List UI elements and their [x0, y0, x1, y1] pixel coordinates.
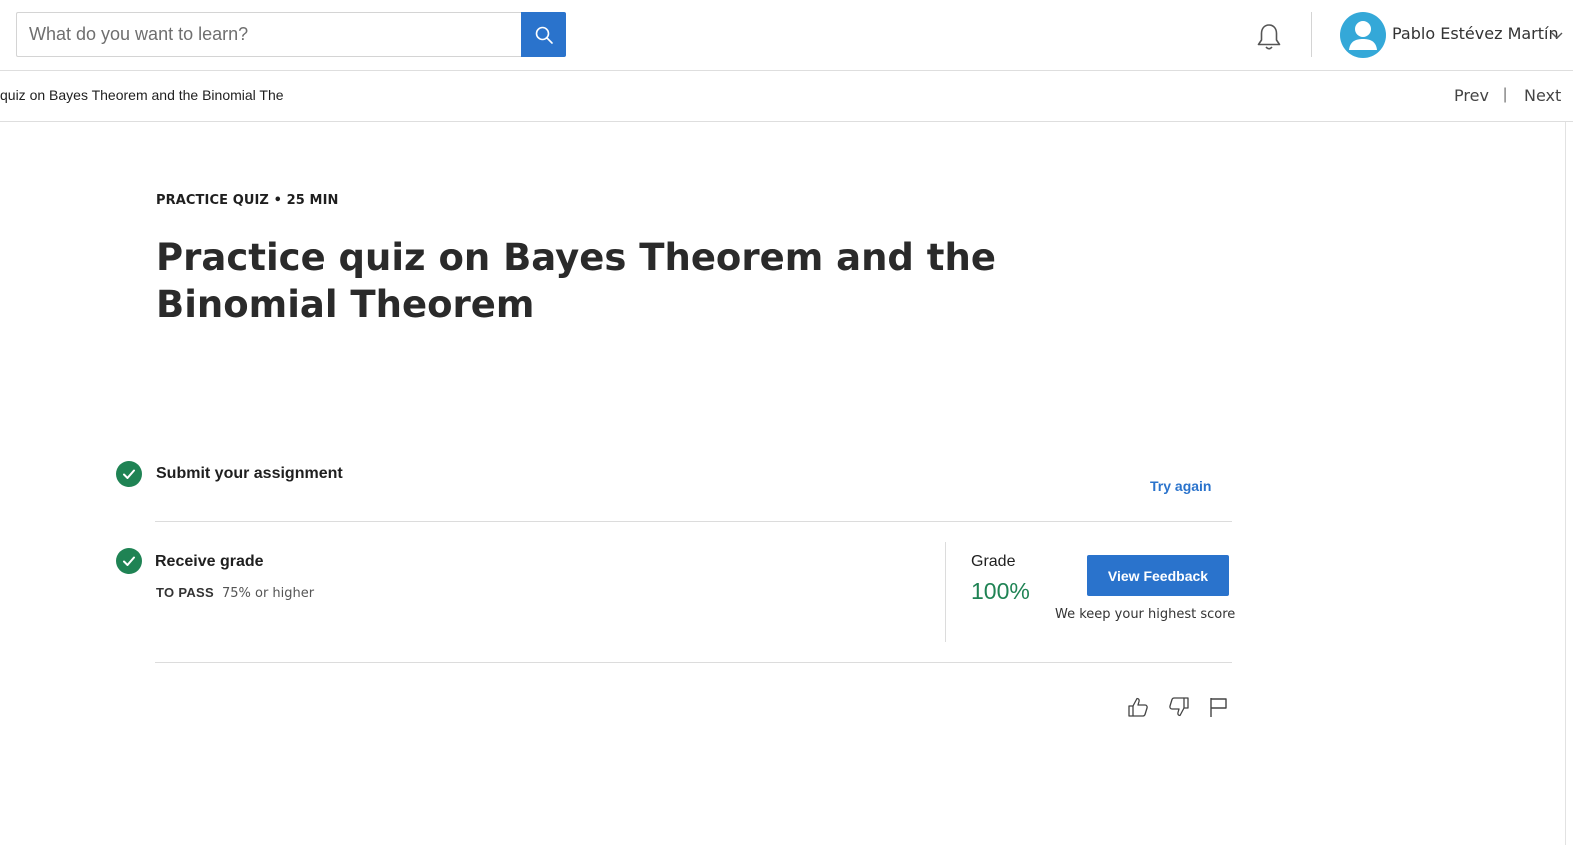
pass-value: 75% or higher	[221, 586, 315, 601]
highest-score-note: We keep your highest score	[1055, 607, 1236, 622]
check-icon	[123, 556, 135, 566]
pass-requirement: TO PASS 75% or higher	[156, 585, 314, 601]
search-box	[16, 12, 522, 57]
grade-value: 100%	[971, 578, 1030, 604]
report-button[interactable]	[1205, 694, 1231, 720]
like-button[interactable]	[1125, 694, 1151, 720]
pass-label: TO PASS	[156, 585, 214, 600]
user-avatar-icon	[1349, 21, 1377, 50]
item-subnav: quiz on Bayes Theorem and the Binomial T…	[0, 71, 1573, 122]
search-button[interactable]	[521, 12, 566, 57]
breadcrumb[interactable]: quiz on Bayes Theorem and the Binomial T…	[0, 87, 284, 103]
divider	[155, 521, 1232, 522]
thumbs-up-icon	[1128, 697, 1148, 717]
grade-step-title: Receive grade	[155, 553, 264, 570]
prev-link[interactable]: Prev	[1454, 86, 1489, 105]
nav-separator: |	[1503, 86, 1508, 103]
chevron-down-icon[interactable]	[1550, 30, 1564, 40]
content-right-border	[1565, 122, 1566, 845]
thumbs-down-icon	[1169, 697, 1189, 717]
top-header: Pablo Estévez Martín	[0, 0, 1573, 71]
bell-icon	[1257, 24, 1281, 50]
submit-check-badge	[116, 461, 142, 487]
dislike-button[interactable]	[1166, 694, 1192, 720]
avatar[interactable]	[1340, 12, 1386, 58]
header-divider	[1311, 12, 1312, 57]
grade-divider	[945, 542, 946, 642]
submit-step-title: Submit your assignment	[156, 465, 343, 482]
grade-check-badge	[116, 548, 142, 574]
quiz-meta: PRACTICE QUIZ • 25 MIN	[156, 193, 339, 208]
check-icon	[123, 469, 135, 479]
page-title: Practice quiz on Bayes Theorem and the B…	[156, 236, 996, 326]
next-link[interactable]: Next	[1524, 86, 1561, 105]
view-feedback-button[interactable]: View Feedback	[1087, 555, 1229, 596]
grade-label: Grade	[971, 553, 1016, 570]
search-icon	[535, 26, 553, 44]
try-again-link[interactable]: Try again	[1150, 478, 1211, 494]
user-name[interactable]: Pablo Estévez Martín	[1392, 24, 1559, 43]
divider	[155, 662, 1232, 663]
search-input[interactable]	[17, 13, 522, 56]
notifications-button[interactable]	[1254, 22, 1284, 52]
flag-icon	[1210, 698, 1227, 717]
